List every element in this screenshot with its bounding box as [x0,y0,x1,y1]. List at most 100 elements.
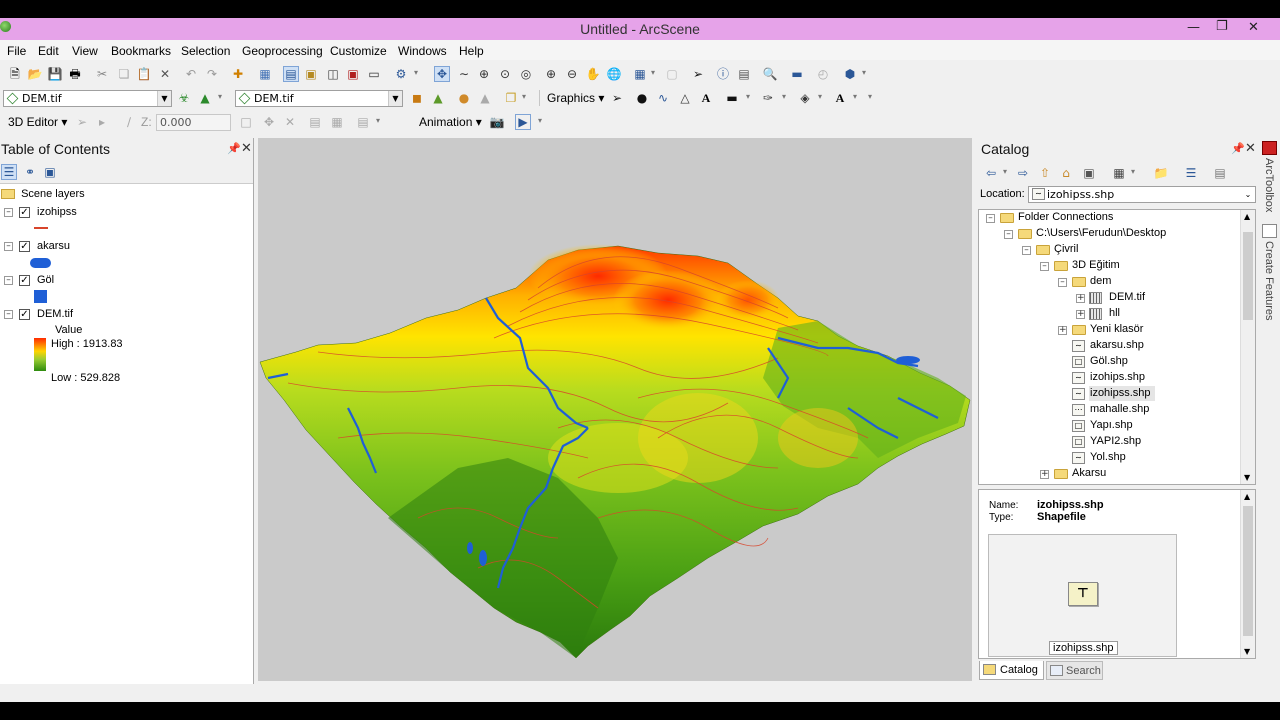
graphics-menu[interactable]: Graphics ▾ [547,91,604,105]
side-tab-create-features[interactable]: Create Features [1263,241,1275,320]
animation-controls-icon[interactable]: ▶ [515,114,531,130]
3d-effects-icon[interactable]: ⬢ [842,66,858,82]
layer-name-gol[interactable]: Göl [37,274,54,286]
back-arrow-icon[interactable]: ⇦ [983,165,999,181]
menu-windows[interactable]: Windows [398,44,447,58]
outline-color-dropdown-icon[interactable]: ▾ [782,92,788,104]
menu-geoprocessing[interactable]: Geoprocessing [242,44,323,58]
identify-icon[interactable]: ⓘ [715,66,731,82]
cut-icon[interactable]: ✂ [94,66,110,82]
tree-item-izohips-shp[interactable]: izohips.shp [1090,371,1145,383]
terrain-3d-view[interactable] [258,138,972,681]
point-tool-icon[interactable]: ● [634,90,650,106]
expand-icon[interactable]: + [1040,470,1049,479]
dem-visibility-checkbox[interactable]: ✓ [19,309,30,320]
straight-segment-icon[interactable]: ∕ [121,114,137,130]
font-color-icon[interactable]: A [832,90,848,106]
search-window-icon[interactable]: ◫ [325,66,341,82]
polygon-tool-icon[interactable]: △ [677,90,693,106]
expand-icon[interactable]: + [1058,326,1067,335]
close-icon[interactable]: ✕ [1245,140,1256,156]
fill-color-dropdown-icon[interactable]: ▾ [818,92,824,104]
collapse-icon[interactable]: – [1058,278,1067,287]
scene-properties-icon[interactable]: ▦ [257,66,273,82]
open-icon[interactable]: 📂 [27,66,43,82]
layer-name-izohipss[interactable]: izohipss [37,206,77,218]
side-tab-arctoolbox[interactable]: ArcToolbox [1263,158,1275,212]
expand-icon[interactable]: + [1076,294,1085,303]
collapse-icon[interactable]: – [986,214,995,223]
select-elements-icon[interactable]: ➢ [690,66,706,82]
sketch-properties-icon[interactable]: ▦ [329,114,345,130]
tab-search[interactable]: Search [1046,661,1103,680]
gol-visibility-checkbox[interactable]: ✓ [19,275,30,286]
save-icon[interactable]: 💾 [47,66,63,82]
zoom-in-icon[interactable]: ⊕ [543,66,559,82]
move-icon[interactable]: ✥ [261,114,277,130]
forward-arrow-icon[interactable]: ⇨ [1015,165,1031,181]
connect-folder-icon[interactable]: ▣ [1081,165,1097,181]
paste-icon[interactable]: 📋 [136,66,152,82]
extrude-icon[interactable]: ◼ [409,90,425,106]
menu-edit[interactable]: Edit [38,44,59,58]
view-grid-icon[interactable]: ▦ [1111,165,1127,181]
add-data-icon[interactable]: ✚ [230,66,246,82]
create-features-icon[interactable]: ▤ [355,114,371,130]
line-color-dropdown-icon[interactable]: ▾ [746,92,752,104]
delete-icon[interactable]: ✕ [157,66,173,82]
select-graphics-icon[interactable]: ➢ [609,90,625,106]
z-value-input[interactable]: 0.000 [156,114,231,131]
tree-item-mahalle-shp[interactable]: mahalle.shp [1090,403,1149,415]
find-icon[interactable]: 🔍 [762,66,778,82]
home-icon[interactable]: ⌂ [1058,165,1074,181]
pin-icon[interactable]: 📌 [1231,142,1245,155]
collapse-gol-icon[interactable]: – [4,276,13,285]
tree-item-akarsu-folder[interactable]: Akarsu [1072,467,1106,479]
tree-item-yapi2-shp[interactable]: YAPI2.shp [1090,435,1141,447]
target-center-icon[interactable]: ⊕ [476,66,492,82]
line-color-icon[interactable]: ▬ [724,90,740,106]
fly-icon[interactable]: ∼ [456,66,472,82]
animation-menu[interactable]: Animation ▾ [419,115,482,129]
html-popup-icon[interactable]: ▤ [736,66,752,82]
collapse-izohipss-icon[interactable]: – [4,208,13,217]
tree-item-dem-tif[interactable]: DEM.tif [1109,291,1145,303]
tree-item-yeni-klasor[interactable]: Yeni klasör [1090,323,1143,335]
menu-bookmarks[interactable]: Bookmarks [111,44,171,58]
full-extent-icon[interactable]: 🌐 [606,66,622,82]
close-button[interactable]: ✕ [1248,20,1259,35]
tree-item-civril[interactable]: Çivril [1054,243,1078,255]
chevron-down-icon[interactable]: ▼ [157,91,171,106]
chevron-down-icon[interactable]: ▼ [388,91,402,106]
tree-item-dem-folder[interactable]: dem [1090,275,1111,287]
text-tool-icon[interactable]: A [698,90,714,106]
view-dropdown-icon[interactable]: ▾ [1131,167,1137,179]
rotate-icon[interactable]: ✕ [282,114,298,130]
tab-catalog[interactable]: Catalog [979,661,1044,680]
time-slider-icon[interactable]: ◴ [815,66,831,82]
back-dropdown-icon[interactable]: ▾ [1003,167,1009,179]
expand-icon[interactable]: + [1076,310,1085,319]
catalog-window-icon[interactable]: ▣ [303,66,319,82]
measure-icon[interactable]: ▬ [789,66,805,82]
capture-view-icon[interactable]: 📷 [489,114,505,130]
collapse-akarsu-icon[interactable]: – [4,242,13,251]
print-icon[interactable]: 🖶 [67,66,83,82]
line-of-sight-icon[interactable]: ▲ [197,90,213,106]
tree-item-izohipss-shp[interactable]: izohipss.shp [1090,387,1151,399]
toolbar-overflow-4-icon[interactable]: ▾ [522,92,528,104]
up-one-level-icon[interactable]: ⇧ [1037,165,1053,181]
shade-icon[interactable]: ▲ [430,90,446,106]
menu-customize[interactable]: Customize [330,44,387,58]
redo-icon[interactable]: ↷ [204,66,220,82]
list-by-drawing-order-icon[interactable]: ☰ [1,164,17,180]
collapse-icon[interactable]: – [1022,246,1031,255]
chevron-down-icon[interactable]: ⌄ [1241,187,1255,202]
arctoolbox-icon[interactable] [1262,141,1277,155]
minimize-button[interactable]: — [1187,20,1200,35]
toolbar-overflow-6-icon[interactable]: ▾ [376,116,382,128]
copy-icon[interactable]: ❏ [116,66,132,82]
arctoolbox-icon[interactable]: ▣ [345,66,361,82]
tree-item-yapi-shp[interactable]: Yapı.shp [1090,419,1133,431]
tree-item-hll[interactable]: hll [1109,307,1120,319]
